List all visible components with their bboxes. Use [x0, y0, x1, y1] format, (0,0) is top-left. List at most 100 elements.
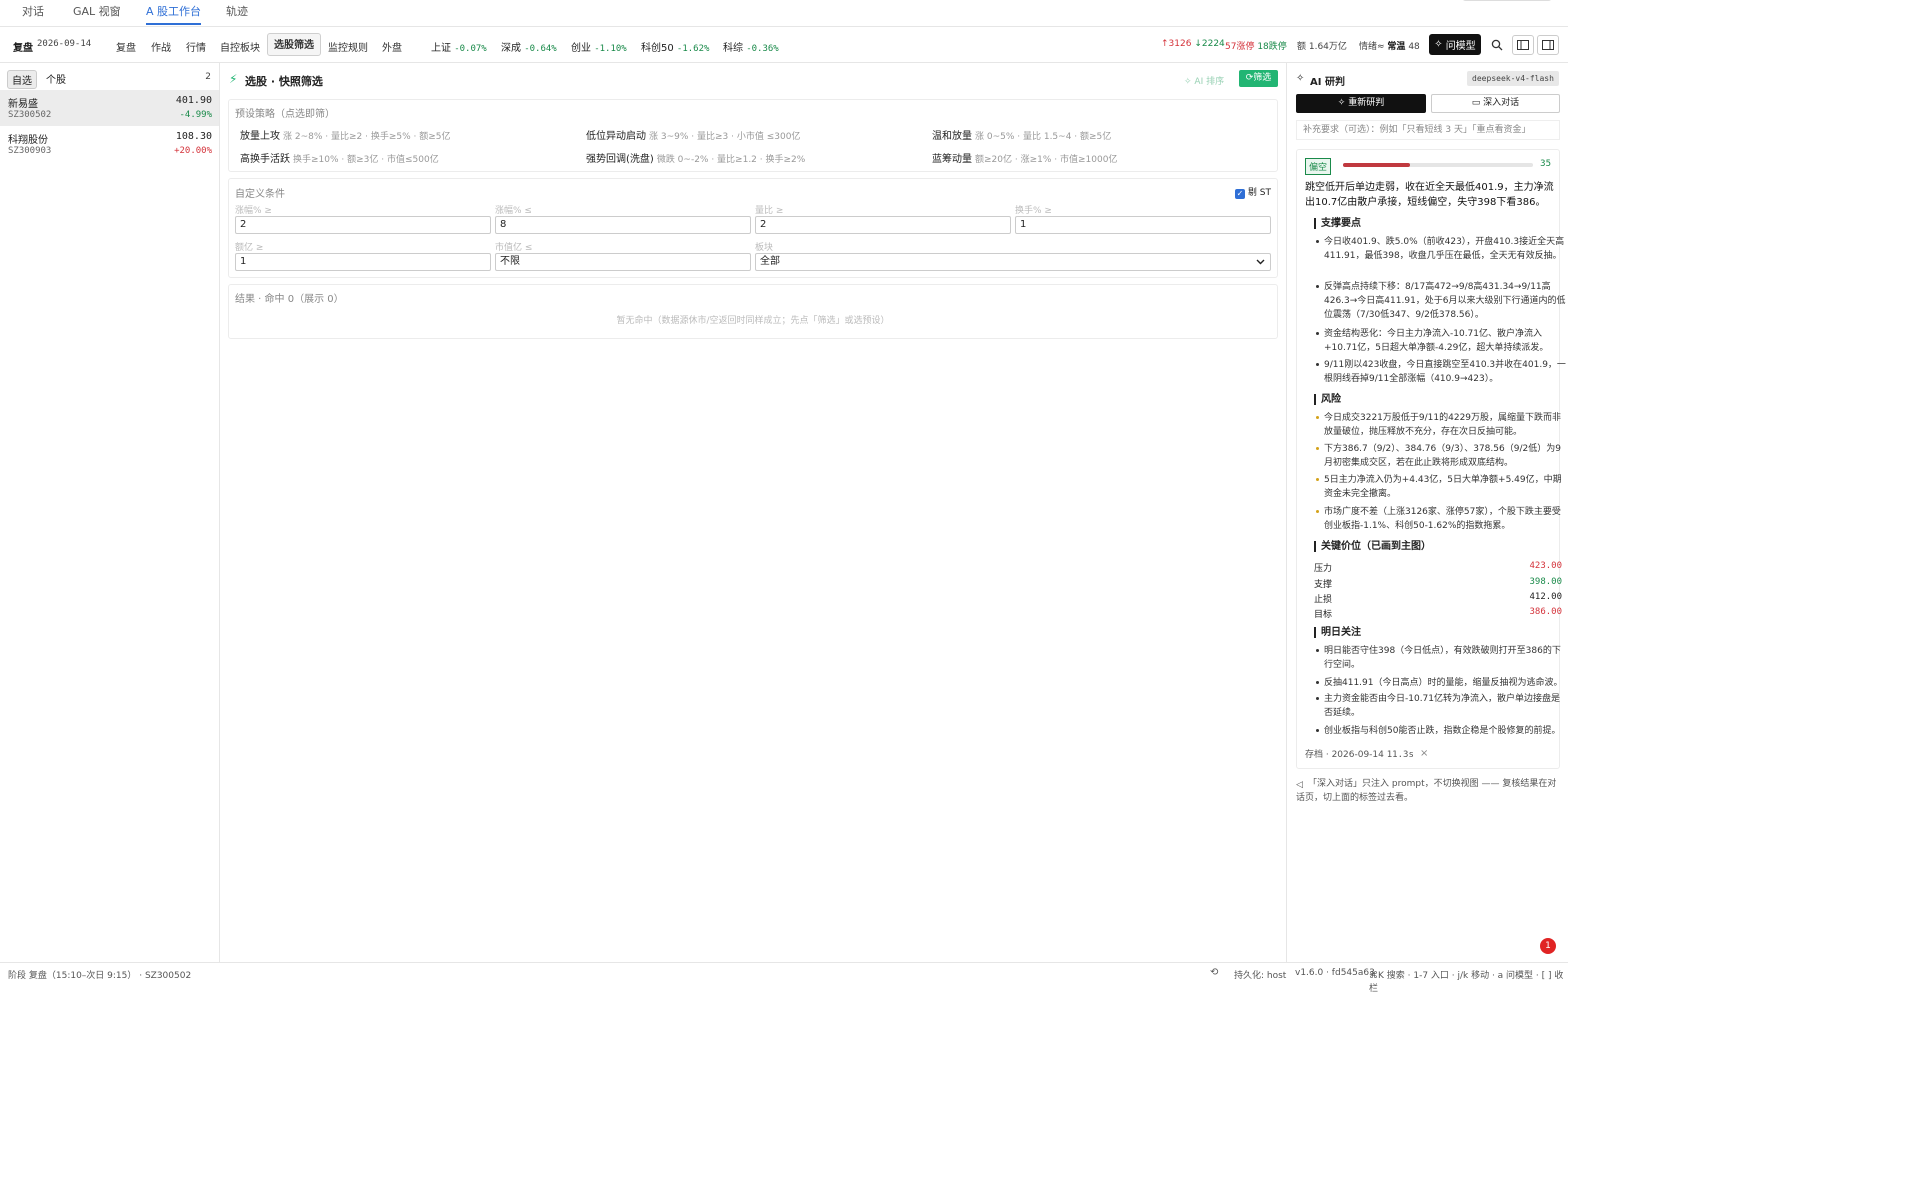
tab-single-stock[interactable]: 个股 — [42, 70, 70, 87]
stance-badge: 偏空 — [1305, 158, 1332, 175]
tab-a-share-workbench[interactable]: A 股工作台 — [146, 5, 202, 25]
field-label: 板块 — [755, 243, 774, 253]
nav-battle[interactable]: 作战 — [151, 39, 171, 54]
screener-title: 选股 · 快照筛选 — [245, 75, 323, 88]
tab-chat[interactable]: 对话 — [22, 5, 44, 25]
sync-icon: ⟲ — [1210, 967, 1219, 978]
research-result-card: 偏空 35 跳空低开后单边走弱，收在近全天最低401.9，主力净流出10.7亿由… — [1296, 149, 1566, 769]
research-summary: 跳空低开后单边走弱，收在近全天最低401.9，主力净流出10.7亿由散户承接，短… — [1305, 182, 1554, 208]
close-icon[interactable]: × — [1420, 748, 1428, 759]
score-value: 35 — [1540, 159, 1551, 169]
key-level-row: 压力 423.00 — [1314, 561, 1562, 574]
preset-item[interactable]: 低位异动启动涨 3~9% · 量比≥3 · 小市值 ≤300亿 — [586, 127, 800, 142]
deep-chat-button[interactable]: ▭ 深入对话 — [1431, 94, 1560, 113]
stock-name: 科翔股份 — [8, 135, 48, 146]
stock-name: 新易盛 — [8, 99, 38, 110]
preset-item[interactable]: 蓝筹动量 额≥20亿 · 涨≥1% · 市值≥1000亿 — [932, 150, 1117, 165]
sparkle-icon: ✧ — [1337, 98, 1349, 108]
key-level-row: 止损 412.00 — [1314, 592, 1562, 605]
tab-trace[interactable]: 轨迹 — [226, 5, 248, 25]
preset-item[interactable]: 高换手活跃 换手≥10% · 额≥3亿 · 市值≤500亿 — [240, 150, 439, 165]
support-point: 今日收401.9、跌5.0%（前收423），开盘410.3接近全天高411.91… — [1316, 235, 1566, 263]
ask-model-button[interactable]: ✧ 问模型 — [1429, 34, 1481, 55]
preset-item[interactable]: 放量上攻涨 2~8% · 量比≥2 · 换手≥5% · 额≥5亿 — [240, 127, 451, 142]
ai-research-panel: ✧ AI 研判 deepseek-v4-flash ✧ 重新研判 ▭ 深入对话 … — [1286, 63, 1568, 962]
sentiment: 情绪≈ 常温 48 — [1359, 42, 1420, 52]
tab-watchlist[interactable]: 自选 — [7, 70, 37, 89]
extra-requirement-input[interactable]: 补充要求（可选）：例如「只看短线 3 天」「重点看资金」 — [1296, 120, 1560, 140]
persist-status: 持久化: host — [1234, 971, 1287, 981]
rerun-research-button[interactable]: ✧ 重新研判 — [1296, 94, 1426, 113]
risk-title: 风险 — [1314, 394, 1341, 405]
key-level-row: 支撑 398.00 — [1314, 577, 1562, 590]
search-icon[interactable] — [1486, 35, 1508, 55]
key-level-row: 目标 386.00 — [1314, 607, 1562, 620]
left-panel-toggle-icon[interactable] — [1512, 35, 1534, 55]
index-sz: 深成 -0.64% — [501, 43, 557, 54]
change-min-input[interactable]: 2 — [235, 216, 491, 234]
screener-panel: ⚡ 选股 · 快照筛选 ✧ AI 排序 ⟳筛选 预设策略（点选即筛） 放量上攻涨… — [220, 63, 1286, 962]
watch-point: 主力资金能否由今日-10.71亿转为净流入，散户单边接盘是否延续。 — [1316, 692, 1566, 720]
exclude-st-toggle[interactable]: ✓ 剔 ST — [1235, 185, 1271, 199]
field-label: 涨幅% ≥ — [235, 206, 272, 216]
archive-info: 存档 · 2026-09-14 11.3s — [1305, 750, 1414, 760]
amount-min-input[interactable]: 1 — [235, 253, 491, 271]
support-point: 9/11刚以423收盘，今日直接跳空至410.3并收在401.9，一根阴线吞掉9… — [1316, 358, 1566, 386]
deep-chat-note: 「深入对话」只注入 prompt，不切换视图 —— 复核结果在对话页，切上面的标… — [1296, 779, 1557, 803]
results-card: 结果 · 命中 0（展示 0） 暂无命中（数据源休市/空返回时同样成立；先点「筛… — [228, 284, 1278, 339]
research-title: AI 研判 — [1310, 77, 1345, 88]
nav-overseas[interactable]: 外盘 — [382, 39, 402, 54]
watchlist-count: 2 — [205, 72, 211, 82]
custom-conditions-card: 自定义条件 ✓ 剔 ST 涨幅% ≥ 2 涨幅% ≤ 8 量比 ≥ 2 换手% … — [228, 178, 1278, 278]
key-levels-title: 关键价位（已画到主图） — [1314, 541, 1431, 552]
right-panel-toggle-icon[interactable] — [1537, 35, 1559, 55]
empty-results-text: 暂无命中（数据源休市/空返回时同样成立；先点「筛选」或选预设） — [616, 316, 890, 326]
nav-custom-sectors[interactable]: 自控板块 — [220, 39, 260, 54]
stock-price: 108.30 — [175, 131, 212, 142]
top-right-button[interactable] — [1462, 0, 1552, 1]
stock-change: -4.99% — [179, 110, 212, 120]
limit-counts: 57涨停 18跌停 — [1225, 42, 1287, 52]
preset-title: 预设策略（点选即筛） — [235, 109, 335, 120]
support-title: 支撑要点 — [1314, 218, 1361, 229]
support-point: 资金结构恶化：今日主力净流入-10.71亿、散户净流入+10.71亿，5日超大单… — [1316, 327, 1566, 355]
nav-review[interactable]: 复盘 — [116, 39, 136, 54]
watchlist-item[interactable]: 新易盛 SZ300502 401.90 -4.99% — [0, 90, 219, 126]
field-label: 市值亿 ≤ — [495, 243, 533, 253]
ai-sort-button[interactable]: ✧ AI 排序 — [1184, 74, 1224, 87]
shortcut-hints: ⌘K 搜索 · 1-7 入口 · j/k 移动 · a 问模型 · [ ] 收栏 — [1369, 971, 1564, 994]
preset-item[interactable]: 温和放量涨 0~5% · 量比 1.5~4 · 额≥5亿 — [932, 127, 1111, 142]
watchlist-item[interactable]: 科翔股份 SZ300903 108.30 +20.00% — [0, 126, 219, 162]
index-star-composite: 科综 -0.36% — [723, 43, 779, 54]
change-max-input[interactable]: 8 — [495, 216, 751, 234]
nav-quotes[interactable]: 行情 — [186, 39, 206, 54]
model-badge[interactable]: deepseek-v4-flash — [1467, 71, 1559, 86]
top-tab-bar: 对话 GAL 视窗 A 股工作台 轨迹 — [0, 0, 1568, 27]
index-sh: 上证 -0.07% — [431, 43, 487, 54]
sector-select[interactable]: 全部 — [755, 253, 1271, 271]
phase-status: 阶段 复盘（15:10–次日 9:15） · SZ300502 — [8, 971, 192, 981]
preset-item[interactable]: 强势回调(洗盘) 微跌 0~-2% · 量比≥1.2 · 换手≥2% — [586, 150, 805, 165]
score-bar — [1343, 163, 1533, 167]
market-cap-max-input[interactable]: 不限 — [495, 253, 751, 271]
watch-point: 明日能否守住398（今日低点），有效跌破则打开至386的下行空间。 — [1316, 644, 1566, 672]
sparkle-icon: ✧ — [1296, 73, 1305, 84]
turnover: 额 1.64万亿 — [1297, 42, 1347, 52]
volume-ratio-input[interactable]: 2 — [755, 216, 1011, 234]
watch-title: 明日关注 — [1314, 627, 1361, 638]
stock-code: SZ300502 — [8, 110, 52, 120]
support-point: 反弹高点持续下移：8/17高472→9/8高431.34→9/11高426.3→… — [1316, 280, 1566, 322]
turnover-min-input[interactable]: 1 — [1015, 216, 1271, 234]
filter-button[interactable]: ⟳筛选 — [1239, 70, 1278, 87]
trade-date: 2026-09-14 — [37, 39, 92, 49]
status-bar: 阶段 复盘（15:10–次日 9:15） · SZ300502 ⟲ 持久化: h… — [0, 962, 1568, 994]
market-breadth: ↑3126 ↓2224 — [1161, 39, 1225, 49]
workbench-toolbar: 复盘 2026-09-14 复盘 作战 行情 自控板块 选股筛选 监控规则 外盘… — [0, 27, 1568, 63]
tab-gal-view[interactable]: GAL 视窗 — [73, 5, 121, 25]
field-label: 换手% ≥ — [1015, 206, 1052, 216]
nav-monitor-rules[interactable]: 监控规则 — [328, 39, 368, 54]
nav-stock-screener[interactable]: 选股筛选 — [267, 33, 321, 56]
checkbox-checked-icon[interactable]: ✓ — [1235, 189, 1245, 199]
stock-code: SZ300903 — [8, 146, 52, 156]
notification-badge[interactable]: 1 — [1540, 938, 1556, 954]
